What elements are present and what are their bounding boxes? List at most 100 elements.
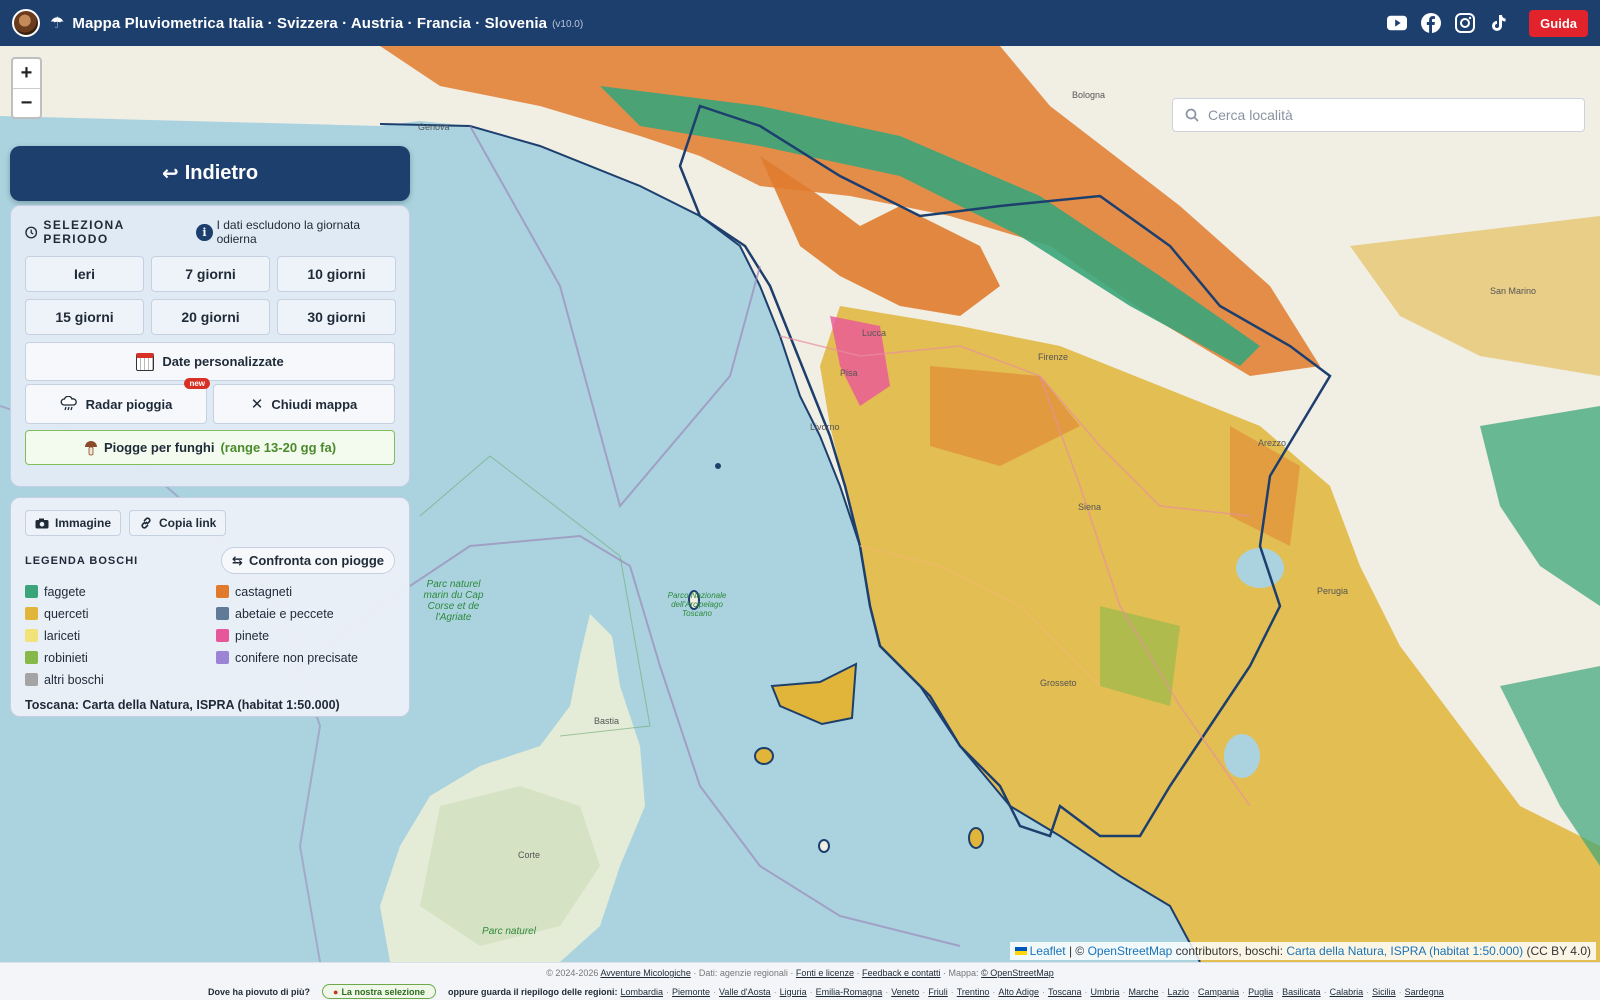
compare-button[interactable]: ⇆ Confronta con piogge bbox=[221, 547, 395, 574]
map-label-grosseto: Grosseto bbox=[1040, 678, 1077, 688]
mushroom-icon: ● bbox=[333, 986, 339, 997]
tiktok-icon[interactable] bbox=[1489, 13, 1509, 33]
region-link[interactable]: Piemonte bbox=[672, 987, 710, 997]
swatch-robinieti bbox=[25, 651, 38, 664]
sources-link[interactable]: Fonti e licenze bbox=[796, 968, 854, 978]
instagram-icon[interactable] bbox=[1455, 13, 1476, 33]
app-title: Mappa Pluviometrica Italia · Svizzera · … bbox=[72, 14, 548, 32]
legend-label: altri boschi bbox=[44, 672, 104, 687]
region-link[interactable]: Marche bbox=[1129, 987, 1159, 997]
carta-natura-link[interactable]: Carta della Natura, ISPRA (habitat 1:50.… bbox=[1286, 944, 1523, 958]
swatch-altri-boschi bbox=[25, 673, 38, 686]
radar-button[interactable]: Radar pioggia new bbox=[25, 378, 210, 424]
legend-label: lariceti bbox=[44, 628, 81, 643]
top-bar: ☂ Mappa Pluviometrica Italia · Svizzera … bbox=[0, 0, 1600, 46]
funghi-button[interactable]: Piogge per funghi (range 13-20 gg fa) bbox=[25, 430, 395, 465]
region-link[interactable]: Sicilia bbox=[1372, 987, 1396, 997]
ukraine-flag-icon bbox=[1014, 947, 1027, 955]
zoom-in-button[interactable]: + bbox=[13, 59, 40, 88]
footer-credits: © 2024-2026 Avventure Micologiche · Dati… bbox=[546, 968, 1054, 978]
map-label-genova: Genova bbox=[418, 122, 450, 132]
footer-question: Dove ha piovuto di più? bbox=[208, 986, 310, 997]
region-link[interactable]: Calabria bbox=[1330, 987, 1364, 997]
period-10-giorni-button[interactable]: 10 giorni bbox=[277, 256, 396, 292]
location-search bbox=[1172, 98, 1585, 132]
period-header: SELEZIONA PERIODO i I dati escludono la … bbox=[25, 218, 395, 246]
period-ieri-button[interactable]: Ieri bbox=[25, 256, 144, 292]
site-link[interactable]: Avventure Micologiche bbox=[600, 968, 690, 978]
custom-dates-button[interactable]: Date personalizzate bbox=[25, 342, 395, 381]
back-button[interactable]: ↩ Indietro bbox=[10, 146, 410, 201]
youtube-icon[interactable] bbox=[1387, 13, 1408, 33]
region-link[interactable]: Lombardia bbox=[620, 987, 663, 997]
region-link[interactable]: Toscana bbox=[1048, 987, 1082, 997]
map-label-pisa: Pisa bbox=[840, 368, 858, 378]
region-link[interactable]: Basilicata bbox=[1282, 987, 1321, 997]
legend-panel: Immagine Copia link LEGENDA BOSCHI ⇆ Con… bbox=[10, 497, 410, 717]
search-input[interactable] bbox=[1208, 107, 1568, 123]
region-link[interactable]: Sardegna bbox=[1405, 987, 1444, 997]
camera-icon bbox=[35, 518, 49, 528]
map-label-arezzo: Arezzo bbox=[1258, 438, 1287, 448]
selection-label: La nostra selezione bbox=[341, 986, 425, 997]
guide-button[interactable]: Guida bbox=[1529, 9, 1588, 37]
map-label-san-marino: San Marino bbox=[1490, 286, 1537, 296]
region-separator: · bbox=[666, 986, 670, 997]
new-badge: new bbox=[184, 378, 210, 389]
close-icon: ✕ bbox=[250, 396, 264, 413]
legend-item: pinete bbox=[216, 627, 407, 644]
region-separator: · bbox=[950, 986, 954, 997]
region-link[interactable]: Umbria bbox=[1090, 987, 1119, 997]
close-map-button[interactable]: ✕ Chiudi mappa bbox=[213, 384, 395, 424]
leaflet-link[interactable]: Leaflet bbox=[1030, 944, 1066, 958]
copy-link-button[interactable]: Copia link bbox=[129, 510, 227, 536]
region-link[interactable]: Liguria bbox=[780, 987, 807, 997]
region-link[interactable]: Veneto bbox=[891, 987, 919, 997]
legend-item: faggete bbox=[25, 583, 216, 600]
avatar[interactable] bbox=[12, 9, 40, 37]
app-version: (v10.0) bbox=[552, 19, 584, 30]
region-link[interactable]: Puglia bbox=[1248, 987, 1273, 997]
rain-cloud-icon bbox=[60, 396, 77, 411]
info-icon[interactable]: i bbox=[196, 223, 213, 241]
region-separator: · bbox=[1323, 986, 1327, 997]
footer-osm-link[interactable]: © OpenStreetMap bbox=[981, 968, 1054, 978]
period-30-giorni-button[interactable]: 30 giorni bbox=[277, 299, 396, 335]
legend-tools: Immagine Copia link bbox=[25, 510, 395, 536]
facebook-icon[interactable] bbox=[1421, 13, 1442, 33]
region-link[interactable]: Trentino bbox=[957, 987, 990, 997]
map-label-bologna: Bologna bbox=[1072, 90, 1106, 100]
region-link[interactable]: Valle d'Aosta bbox=[719, 987, 771, 997]
feedback-link[interactable]: Feedback e contatti bbox=[862, 968, 941, 978]
swatch-castagneti bbox=[216, 585, 229, 598]
region-link[interactable]: Friuli bbox=[928, 987, 948, 997]
custom-dates-label: Date personalizzate bbox=[162, 354, 284, 369]
region-link[interactable]: Emilia-Romagna bbox=[816, 987, 883, 997]
region-link[interactable]: Alto Adige bbox=[998, 987, 1039, 997]
calendar-icon bbox=[136, 352, 155, 371]
swap-icon: ⇆ bbox=[232, 552, 243, 568]
park-label-arcipelago: Parco Nazionale dell'Arcipelago Toscano bbox=[667, 591, 727, 618]
region-link[interactable]: Campania bbox=[1198, 987, 1239, 997]
image-button[interactable]: Immagine bbox=[25, 510, 122, 536]
selection-button[interactable]: ● La nostra selezione bbox=[322, 984, 436, 999]
legend-title: LEGENDA BOSCHI bbox=[25, 554, 139, 567]
mushroom-icon bbox=[84, 440, 97, 455]
radar-label: Radar pioggia bbox=[85, 396, 173, 412]
attribution-middle: contributors, boschi: bbox=[1172, 944, 1287, 958]
osm-link[interactable]: OpenStreetMap bbox=[1088, 944, 1173, 958]
zoom-control: + − bbox=[11, 57, 42, 119]
period-7-giorni-button[interactable]: 7 giorni bbox=[151, 256, 270, 292]
swatch-conifere bbox=[216, 651, 229, 664]
map-label-bastia: Bastia bbox=[594, 716, 620, 726]
zoom-out-button[interactable]: − bbox=[13, 88, 40, 117]
period-20-giorni-button[interactable]: 20 giorni bbox=[151, 299, 270, 335]
funghi-label: Piogge per funghi bbox=[103, 440, 215, 455]
period-15-giorni-button[interactable]: 15 giorni bbox=[25, 299, 144, 335]
footer-data-note: · Dati: agenzie regionali · bbox=[693, 968, 794, 978]
period-panel: SELEZIONA PERIODO i I dati escludono la … bbox=[10, 205, 410, 487]
region-link[interactable]: Lazio bbox=[1168, 987, 1190, 997]
footer: © 2024-2026 Avventure Micologiche · Dati… bbox=[0, 962, 1600, 1000]
swatch-faggete bbox=[25, 585, 38, 598]
image-label: Immagine bbox=[55, 516, 112, 530]
